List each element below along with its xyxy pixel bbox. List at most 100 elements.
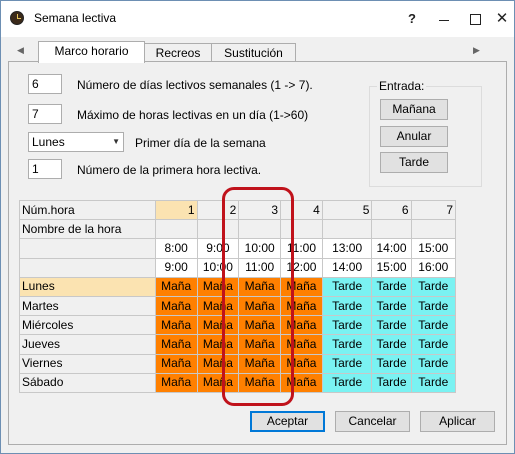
end-time-cell[interactable]: 14:00: [321, 257, 373, 278]
start-time-cell[interactable]: 11:00: [280, 238, 323, 259]
hour-header[interactable]: 4: [280, 199, 323, 221]
tarde-cell[interactable]: Tarde: [410, 334, 457, 355]
day-label[interactable]: Martes: [19, 295, 156, 317]
tarde-cell[interactable]: Tarde: [371, 353, 412, 374]
manana-cell[interactable]: Maña: [280, 295, 323, 317]
tab-sustitucion[interactable]: Sustitución: [211, 43, 296, 62]
hour-name-cell[interactable]: [371, 219, 412, 240]
tarde-cell[interactable]: Tarde: [410, 315, 457, 336]
manana-cell[interactable]: Maña: [238, 276, 282, 297]
hour-header[interactable]: 6: [371, 199, 412, 221]
manana-cell[interactable]: Maña: [238, 334, 282, 355]
start-time-cell[interactable]: 15:00: [410, 238, 457, 259]
aceptar-button[interactable]: Aceptar: [250, 411, 325, 432]
tarde-cell[interactable]: Tarde: [371, 334, 412, 355]
num-hora-header: Núm.hora: [19, 199, 156, 221]
start-time-cell[interactable]: 8:00: [154, 238, 198, 259]
manana-cell[interactable]: Maña: [154, 276, 198, 297]
tab-scroll-left-icon[interactable]: ◀: [17, 45, 24, 56]
tarde-cell[interactable]: Tarde: [321, 295, 373, 317]
day-label[interactable]: Miércoles: [19, 315, 156, 336]
start-time-cell[interactable]: 13:00: [321, 238, 373, 259]
tarde-cell[interactable]: Tarde: [371, 315, 412, 336]
manana-cell[interactable]: Maña: [154, 353, 198, 374]
maximize-icon: [470, 14, 481, 25]
first-hour-input[interactable]: 1: [28, 159, 62, 179]
manana-cell[interactable]: Maña: [280, 372, 323, 394]
tarde-cell[interactable]: Tarde: [321, 315, 373, 336]
manana-cell[interactable]: Maña: [154, 295, 198, 317]
tab-scroll-right-icon[interactable]: ▶: [473, 45, 480, 56]
day-label[interactable]: Lunes: [19, 276, 156, 297]
tarde-cell[interactable]: Tarde: [321, 276, 373, 297]
tarde-cell[interactable]: Tarde: [410, 295, 457, 317]
first-day-select[interactable]: Lunes ▼: [28, 132, 124, 152]
minimize-button[interactable]: [430, 7, 458, 31]
day-label[interactable]: Viernes: [19, 353, 156, 374]
manana-cell[interactable]: Maña: [196, 334, 240, 355]
hour-header[interactable]: 2: [196, 199, 240, 221]
tarde-cell[interactable]: Tarde: [410, 276, 457, 297]
tarde-cell[interactable]: Tarde: [371, 295, 412, 317]
manana-cell[interactable]: Maña: [196, 315, 240, 336]
maximize-button[interactable]: [461, 7, 489, 31]
tarde-cell[interactable]: Tarde: [321, 334, 373, 355]
manana-cell[interactable]: Maña: [238, 372, 282, 394]
close-button[interactable]: ✕: [488, 7, 515, 31]
tab-marco-horario[interactable]: Marco horario: [38, 41, 145, 63]
day-label[interactable]: Sábado: [19, 372, 156, 394]
hour-header[interactable]: 5: [321, 199, 373, 221]
tarde-cell[interactable]: Tarde: [410, 372, 457, 394]
manana-cell[interactable]: Maña: [154, 334, 198, 355]
tarde-cell[interactable]: Tarde: [371, 372, 412, 394]
manana-cell[interactable]: Maña: [196, 372, 240, 394]
manana-cell[interactable]: Maña: [280, 353, 323, 374]
max-hours-input[interactable]: 7: [28, 104, 62, 124]
hour-header[interactable]: 7: [410, 199, 457, 221]
hour-name-cell[interactable]: [238, 219, 282, 240]
manana-cell[interactable]: Maña: [280, 334, 323, 355]
manana-cell[interactable]: Maña: [154, 372, 198, 394]
day-label[interactable]: Jueves: [19, 334, 156, 355]
start-time-cell[interactable]: 14:00: [371, 238, 412, 259]
nombre-hora-header: Nombre de la hora: [19, 219, 156, 240]
tarde-cell[interactable]: Tarde: [321, 372, 373, 394]
end-time-cell[interactable]: 10:00: [196, 257, 240, 278]
hour-name-cell[interactable]: [321, 219, 373, 240]
row-header-blank: [19, 257, 156, 278]
end-time-cell[interactable]: 9:00: [154, 257, 198, 278]
manana-cell[interactable]: Maña: [238, 315, 282, 336]
tarde-cell[interactable]: Tarde: [321, 353, 373, 374]
manana-cell[interactable]: Maña: [196, 295, 240, 317]
hour-name-cell[interactable]: [154, 219, 198, 240]
end-time-cell[interactable]: 16:00: [410, 257, 457, 278]
manana-cell[interactable]: Maña: [280, 315, 323, 336]
hour-name-cell[interactable]: [410, 219, 457, 240]
start-time-cell[interactable]: 9:00: [196, 238, 240, 259]
manana-cell[interactable]: Maña: [238, 295, 282, 317]
hour-header[interactable]: 3: [238, 199, 282, 221]
days-input[interactable]: 6: [28, 74, 62, 94]
manana-cell[interactable]: Maña: [196, 276, 240, 297]
end-time-cell[interactable]: 11:00: [238, 257, 282, 278]
help-button[interactable]: ?: [398, 7, 426, 31]
tarde-cell[interactable]: Tarde: [371, 276, 412, 297]
tarde-button[interactable]: Tarde: [380, 152, 448, 173]
manana-cell[interactable]: Maña: [238, 353, 282, 374]
hour-name-row: Nombre de la hora: [19, 219, 457, 240]
manana-cell[interactable]: Maña: [280, 276, 323, 297]
tab-recreos[interactable]: Recreos: [144, 43, 212, 62]
manana-button[interactable]: Mañana: [380, 99, 448, 120]
manana-cell[interactable]: Maña: [196, 353, 240, 374]
tarde-cell[interactable]: Tarde: [410, 353, 457, 374]
hour-name-cell[interactable]: [280, 219, 323, 240]
cancelar-button[interactable]: Cancelar: [335, 411, 410, 432]
end-time-cell[interactable]: 15:00: [371, 257, 412, 278]
hour-header[interactable]: 1: [154, 199, 198, 221]
end-time-cell[interactable]: 12:00: [280, 257, 323, 278]
aplicar-button[interactable]: Aplicar: [420, 411, 495, 432]
manana-cell[interactable]: Maña: [154, 315, 198, 336]
start-time-cell[interactable]: 10:00: [238, 238, 282, 259]
anular-button[interactable]: Anular: [380, 126, 448, 147]
hour-name-cell[interactable]: [196, 219, 240, 240]
